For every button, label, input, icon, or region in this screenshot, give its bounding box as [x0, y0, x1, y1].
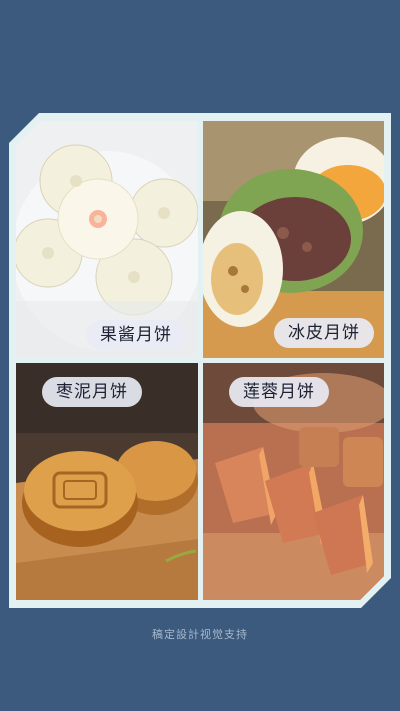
tile-label-lotus-paste: 莲蓉月饼: [229, 377, 329, 407]
tile-lotus-paste-mooncake[interactable]: 莲蓉月饼: [203, 363, 384, 600]
tile-label-jam: 果酱月饼: [86, 320, 186, 350]
footer-credit: 稿定設計视觉支持: [152, 628, 248, 641]
tile-label-snowskin: 冰皮月饼: [274, 318, 374, 348]
tile-jam-mooncake[interactable]: 果酱月饼: [16, 121, 198, 358]
tile-label-date-paste: 枣泥月饼: [42, 377, 142, 407]
tile-date-paste-mooncake[interactable]: 枣泥月饼: [16, 363, 198, 600]
tile-snowskin-mooncake[interactable]: 冰皮月饼: [203, 121, 384, 358]
